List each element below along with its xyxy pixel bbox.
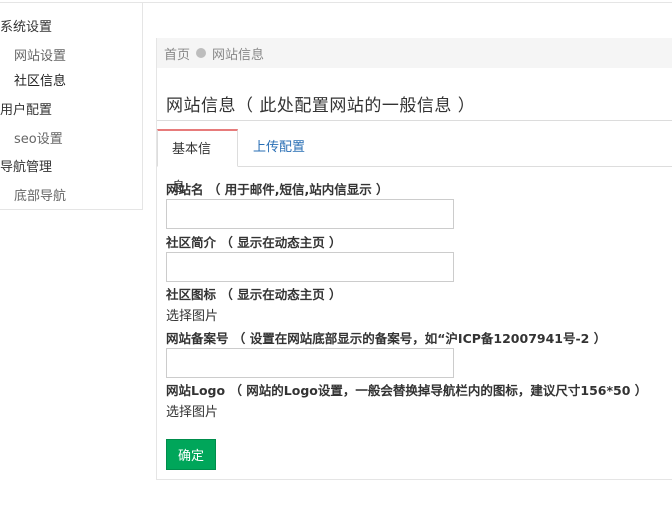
intro-label: 社区简介 （ 显示在动态主页 ） xyxy=(166,235,342,250)
sidebar-group-system[interactable]: 系统设置 xyxy=(0,16,52,35)
icp-input[interactable] xyxy=(166,348,454,378)
breadcrumb-home[interactable]: 首页 xyxy=(164,44,190,63)
sidebar-group-nav[interactable]: 导航管理 xyxy=(0,156,52,175)
submit-button[interactable]: 确定 xyxy=(166,439,216,470)
sidebar: 系统设置 网站设置 社区信息 用户配置 seo设置 导航管理 底部导航 xyxy=(0,3,143,210)
site-name-label: 网站名 （ 用于邮件,短信,站内信显示 ） xyxy=(166,182,389,197)
tab-upload-config[interactable]: 上传配置 xyxy=(239,129,319,167)
tab-bar: 基本信息 上传配置 xyxy=(157,129,672,195)
icp-label: 网站备案号 （ 设置在网站底部显示的备案号，如“沪ICP备12007941号-2… xyxy=(166,331,607,346)
logo-select-image-link[interactable]: 选择图片 xyxy=(166,401,218,420)
breadcrumb-current: 网站信息 xyxy=(212,47,265,63)
sidebar-item-seo[interactable]: seo设置 xyxy=(14,128,63,147)
page-title: 网站信息（ 此处配置网站的一般信息 ） xyxy=(166,96,476,116)
breadcrumb-separator-icon xyxy=(196,48,207,58)
tab-basic-info[interactable]: 基本信息 xyxy=(157,129,238,195)
breadcrumb: 首页 网站信息 xyxy=(157,38,672,68)
sidebar-group-user[interactable]: 用户配置 xyxy=(0,99,52,118)
sidebar-item-site-settings[interactable]: 网站设置 xyxy=(14,45,66,64)
site-name-input[interactable] xyxy=(166,199,454,229)
icon-select-image-link[interactable]: 选择图片 xyxy=(166,305,218,324)
intro-input[interactable] xyxy=(166,252,454,282)
main-panel: 首页 网站信息 网站信息（ 此处配置网站的一般信息 ） 基本信息 上传配置 网站… xyxy=(156,38,672,480)
title-divider xyxy=(157,120,672,121)
logo-label: 网站Logo （ 网站的Logo设置，一般会替换掉导航栏内的图标，建议尺寸156… xyxy=(166,383,648,398)
sidebar-item-footer-nav[interactable]: 底部导航 xyxy=(14,185,66,204)
sidebar-item-community-info[interactable]: 社区信息 xyxy=(14,70,66,89)
icon-label: 社区图标 （ 显示在动态主页 ） xyxy=(166,287,342,302)
